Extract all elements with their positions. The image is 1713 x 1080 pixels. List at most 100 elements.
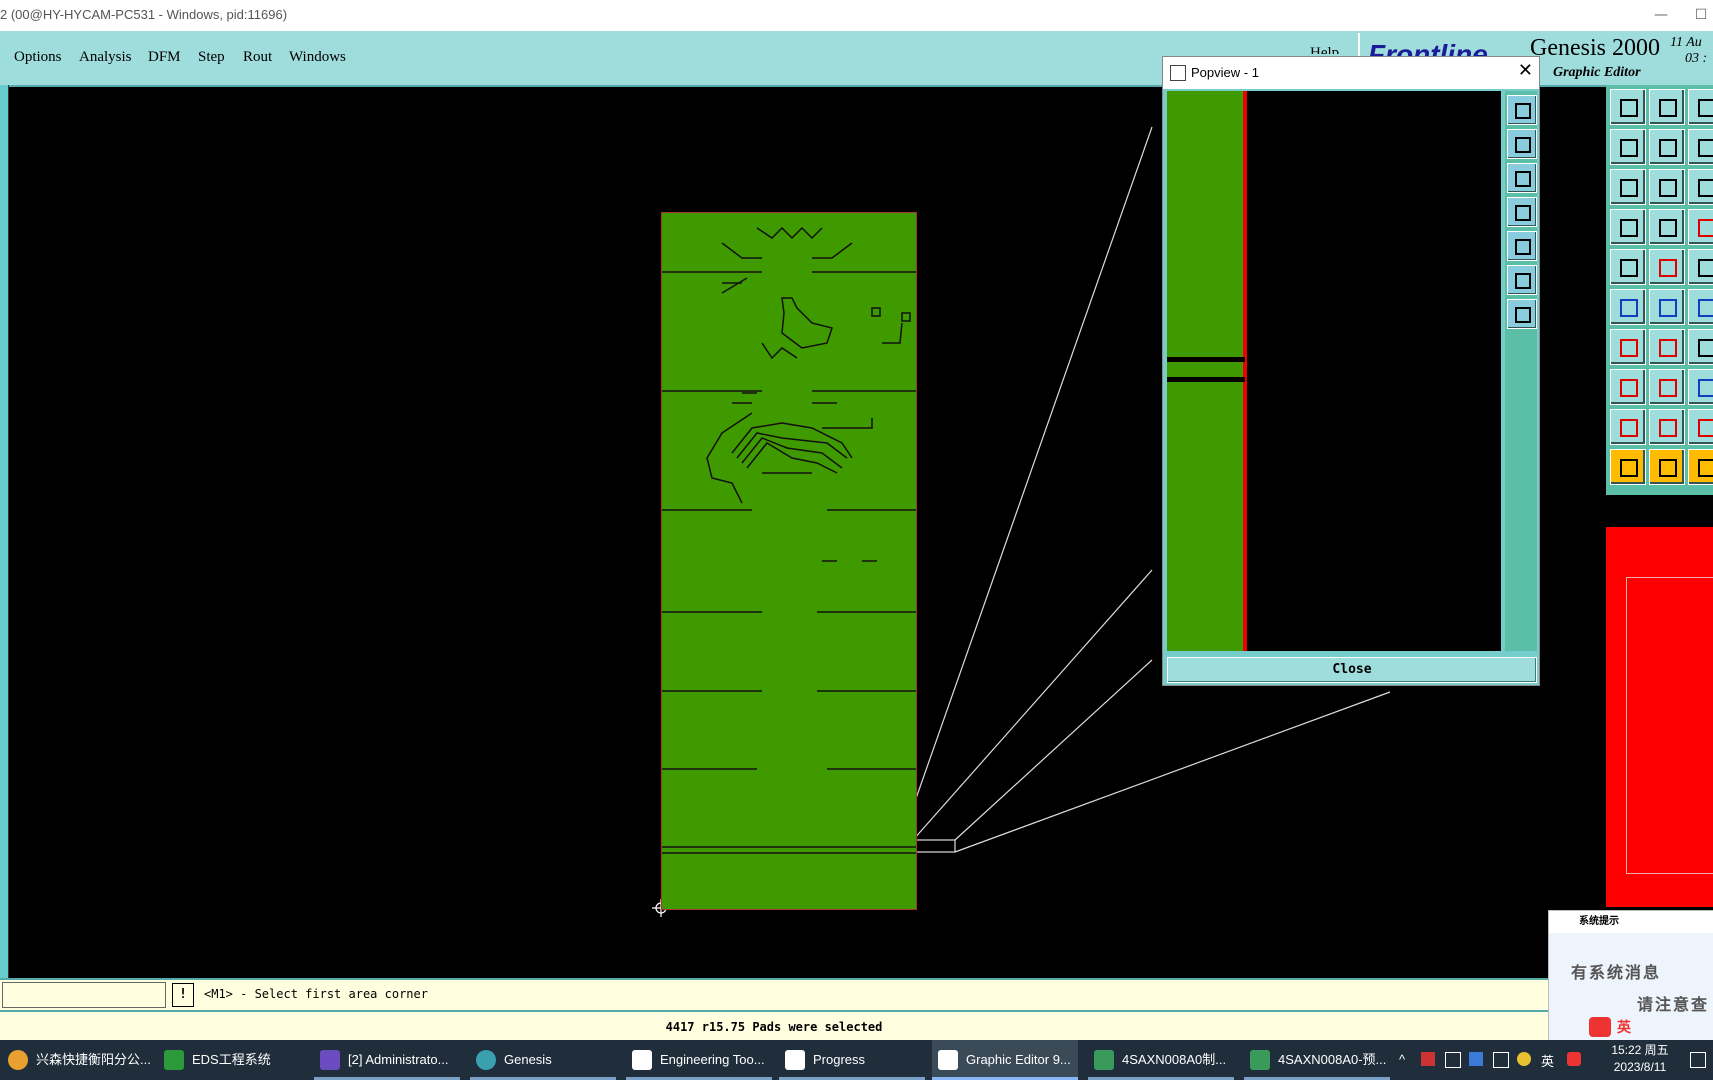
product-name: Genesis 2000	[1530, 35, 1660, 61]
tool-arc-button[interactable]	[1688, 289, 1713, 325]
ime-toolbar[interactable]: 英	[1589, 1015, 1713, 1039]
tool-zoom-home-button[interactable]	[1610, 169, 1646, 205]
bend-icon	[1698, 339, 1713, 357]
task-engineering-tool[interactable]: Engineering Too...	[626, 1040, 772, 1080]
tool-angle-button[interactable]	[1610, 329, 1646, 365]
tool-pointer-button[interactable]	[1610, 449, 1646, 485]
tool-move-right-button[interactable]	[1649, 129, 1685, 165]
menu-windows[interactable]: Windows	[289, 49, 346, 66]
tool-measure-button[interactable]	[1688, 209, 1713, 245]
tool-minus-button[interactable]	[1649, 369, 1685, 405]
zoom-center-icon	[1659, 179, 1677, 197]
network-icon[interactable]	[1445, 1052, 1461, 1068]
genesis-app-icon	[476, 1050, 496, 1070]
task-progress[interactable]: Progress	[779, 1040, 925, 1080]
tool-home-button[interactable]	[1688, 89, 1713, 125]
menu-options[interactable]: Options	[14, 49, 62, 66]
task-graphic-editor[interactable]: Graphic Editor 9...	[932, 1040, 1078, 1080]
layer-preview-panel[interactable]	[1606, 527, 1713, 907]
tool-move-up-button[interactable]	[1610, 89, 1646, 125]
arc-icon	[1698, 299, 1713, 317]
brand-time: 03 :	[1685, 51, 1708, 66]
volume-icon[interactable]	[1493, 1052, 1509, 1068]
taskbar-clock[interactable]: 15:22 周五 2023/8/11	[1595, 1042, 1685, 1076]
tool-scale-button[interactable]	[1688, 169, 1713, 205]
popview-pan-left-button[interactable]	[1507, 197, 1537, 227]
input-lang[interactable]: 英	[1541, 1051, 1554, 1070]
popview-zoom-in-button[interactable]	[1507, 265, 1537, 295]
tool-text-b-button[interactable]	[1688, 409, 1713, 445]
smile-icon[interactable]	[1517, 1052, 1531, 1066]
menu-analysis[interactable]: Analysis	[79, 49, 132, 66]
menu-step[interactable]: Step	[198, 49, 225, 66]
tool-ruler-button[interactable]	[1688, 249, 1713, 285]
task-4saxn-1[interactable]: 4SAXN008A0制...	[1088, 1040, 1234, 1080]
tool-zoom-center-button[interactable]	[1649, 169, 1685, 205]
pcb-traces	[662, 226, 916, 854]
menu-dfm[interactable]: DFM	[148, 49, 181, 66]
sogou-ime-icon	[1589, 1017, 1611, 1037]
system-message-title: 系统提示	[1579, 916, 1619, 927]
popview-zoom-fit-button[interactable]	[1507, 95, 1537, 125]
pcb-board[interactable]	[661, 212, 917, 910]
command-input[interactable]	[2, 982, 166, 1008]
shield-icon[interactable]	[1469, 1052, 1483, 1066]
task-eds[interactable]: EDS工程系统	[158, 1040, 304, 1080]
tool-grid-button[interactable]	[1649, 209, 1685, 245]
menu-rout[interactable]: Rout	[243, 49, 272, 66]
popview-canvas[interactable]	[1167, 91, 1501, 651]
task-genesis[interactable]: Genesis	[470, 1040, 616, 1080]
move-down-icon	[1659, 99, 1677, 117]
app-tray-icon[interactable]	[1421, 1052, 1435, 1066]
chevron-up-icon[interactable]: ^	[1399, 1052, 1413, 1067]
tool-align-button[interactable]	[1688, 369, 1713, 405]
angle-icon	[1620, 339, 1638, 357]
system-message-line-2: 请注意查	[1637, 995, 1710, 1014]
task-xingsen[interactable]: 兴森快捷衡阳分公...	[2, 1040, 151, 1080]
popview-zoom-out-button[interactable]	[1507, 299, 1537, 329]
system-message-popup[interactable]: 系统提示 有系统消息 请注意查 英	[1548, 910, 1713, 1042]
prompt-alert-button[interactable]: !	[172, 983, 194, 1007]
task-label: Genesis	[504, 1052, 552, 1067]
popview-pan-down-button[interactable]	[1507, 163, 1537, 193]
tool-rotate-button[interactable]	[1688, 129, 1713, 165]
popview-window[interactable]: Popview - 1 ✕ Close	[1162, 56, 1540, 686]
tool-move-down-button[interactable]	[1649, 89, 1685, 125]
task-administrator[interactable]: [2] Administrato...	[314, 1040, 460, 1080]
tool-pad-add-button[interactable]	[1610, 369, 1646, 405]
tool-snap-button[interactable]	[1610, 209, 1646, 245]
status-bar: 4417 r15.75 Pads were selected	[0, 1010, 1548, 1042]
slash-icon	[1659, 339, 1677, 357]
tool-draw-line-button[interactable]	[1649, 249, 1685, 285]
task-4saxn-2[interactable]: 4SAXN008A0-预...	[1244, 1040, 1390, 1080]
popview-close-button[interactable]: Close	[1167, 657, 1537, 683]
move-left-icon	[1620, 139, 1638, 157]
tool-select-pad-button[interactable]	[1610, 249, 1646, 285]
tool-triangle-button[interactable]	[1610, 409, 1646, 445]
x-window-icon	[938, 1050, 958, 1070]
tool-bend-button[interactable]	[1688, 329, 1713, 365]
tool-connect-button[interactable]	[1610, 289, 1646, 325]
tool-slash-button[interactable]	[1649, 329, 1685, 365]
clock-time: 15:22 周五	[1611, 1043, 1669, 1057]
tool-cross-button[interactable]	[1649, 289, 1685, 325]
zoomed-board-area	[1167, 91, 1243, 651]
zoomed-trace-2	[1167, 377, 1245, 382]
spreadsheet-icon	[1094, 1050, 1114, 1070]
sogou-icon[interactable]	[1567, 1052, 1581, 1066]
popview-pan-up-button[interactable]	[1507, 129, 1537, 159]
minimize-button[interactable]: —	[1650, 4, 1672, 26]
tool-pointer-select-button[interactable]	[1649, 449, 1685, 485]
popview-pan-right-button[interactable]	[1507, 231, 1537, 261]
tool-move-left-button[interactable]	[1610, 129, 1646, 165]
maximize-button[interactable]: ☐	[1690, 4, 1712, 26]
notification-icon[interactable]	[1690, 1052, 1706, 1068]
popview-close-icon[interactable]: ✕	[1518, 60, 1533, 81]
tool-pointer-edit-button[interactable]	[1688, 449, 1713, 485]
zoom-fit-icon	[1515, 103, 1531, 119]
pointer-select-icon	[1659, 459, 1677, 477]
zoom-out-icon	[1515, 307, 1531, 323]
popview-window-icon	[1170, 65, 1186, 81]
menu-help[interactable]: Help	[1310, 45, 1339, 54]
tool-text-a-button[interactable]	[1649, 409, 1685, 445]
